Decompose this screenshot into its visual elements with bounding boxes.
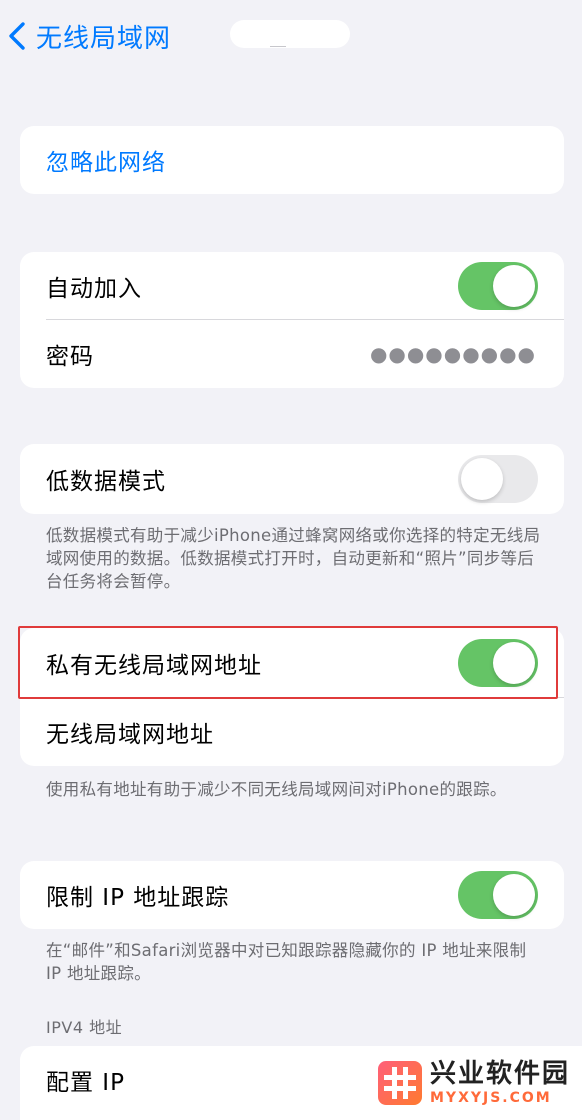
redaction-mark — [270, 46, 286, 47]
private-address-label: 私有无线局域网地址 — [46, 653, 262, 679]
limit-tracking-footnote: 在“邮件”和Safari浏览器中对已知跟踪器隐藏你的 IP 地址来限制 IP 地… — [46, 941, 527, 983]
limit-tracking-label: 限制 IP 地址跟踪 — [46, 885, 230, 911]
configure-ip-label: 配置 IP — [46, 1070, 125, 1096]
forget-network-label: 忽略此网络 — [46, 150, 166, 176]
forget-network-group: 忽略此网络 — [20, 126, 564, 194]
low-data-group: 低数据模式 — [20, 444, 564, 514]
watermark: 兴业软件园 MYXYJS.COM — [370, 1046, 582, 1120]
auto-join-toggle[interactable] — [458, 262, 538, 310]
private-address-row: 私有无线局域网地址 — [20, 628, 564, 698]
watermark-cn: 兴业软件园 — [430, 1059, 571, 1089]
back-button-label: 无线局域网 — [36, 23, 172, 54]
wifi-address-row: 无线局域网地址 — [20, 698, 564, 766]
private-address-footnote: 使用私有地址有助于减少不同无线局域网间对iPhone的跟踪。 — [46, 780, 507, 799]
chevron-left-icon — [9, 22, 25, 50]
join-settings-group: 自动加入 密码 ●●●●●●●●● — [20, 252, 564, 388]
limit-tracking-group: 限制 IP 地址跟踪 — [20, 861, 564, 929]
forget-network-button[interactable]: 忽略此网络 — [20, 126, 564, 194]
network-name-redacted — [230, 20, 350, 48]
low-data-footnote: 低数据模式有助于减少iPhone通过蜂窝网络或你选择的特定无线局域网使用的数据。… — [46, 526, 541, 591]
low-data-label: 低数据模式 — [46, 469, 166, 495]
limit-tracking-row: 限制 IP 地址跟踪 — [20, 861, 564, 929]
private-address-group: 私有无线局域网地址 无线局域网地址 — [20, 628, 564, 766]
low-data-row: 低数据模式 — [20, 444, 564, 514]
ipv4-section-header: IPV4 地址 — [46, 1018, 123, 1037]
back-button[interactable]: 无线局域网 — [6, 14, 171, 58]
watermark-en: MYXYJS.COM — [430, 1090, 552, 1106]
password-label: 密码 — [46, 344, 94, 370]
toggle-knob — [461, 458, 503, 500]
toggle-knob — [493, 642, 535, 684]
toggle-knob — [493, 874, 535, 916]
navigation-bar: 无线局域网 — [0, 0, 582, 72]
wifi-address-label: 无线局域网地址 — [46, 722, 214, 748]
private-address-toggle[interactable] — [458, 639, 538, 687]
watermark-text: 兴业软件园 MYXYJS.COM — [430, 1059, 570, 1107]
limit-tracking-toggle[interactable] — [458, 871, 538, 919]
auto-join-label: 自动加入 — [46, 276, 142, 302]
password-row[interactable]: 密码 ●●●●●●●●● — [20, 320, 564, 388]
low-data-toggle[interactable] — [458, 455, 538, 503]
auto-join-row: 自动加入 — [20, 252, 564, 320]
password-mask: ●●●●●●●●● — [369, 342, 536, 366]
toggle-knob — [493, 265, 535, 307]
hash-logo-icon — [378, 1061, 422, 1105]
